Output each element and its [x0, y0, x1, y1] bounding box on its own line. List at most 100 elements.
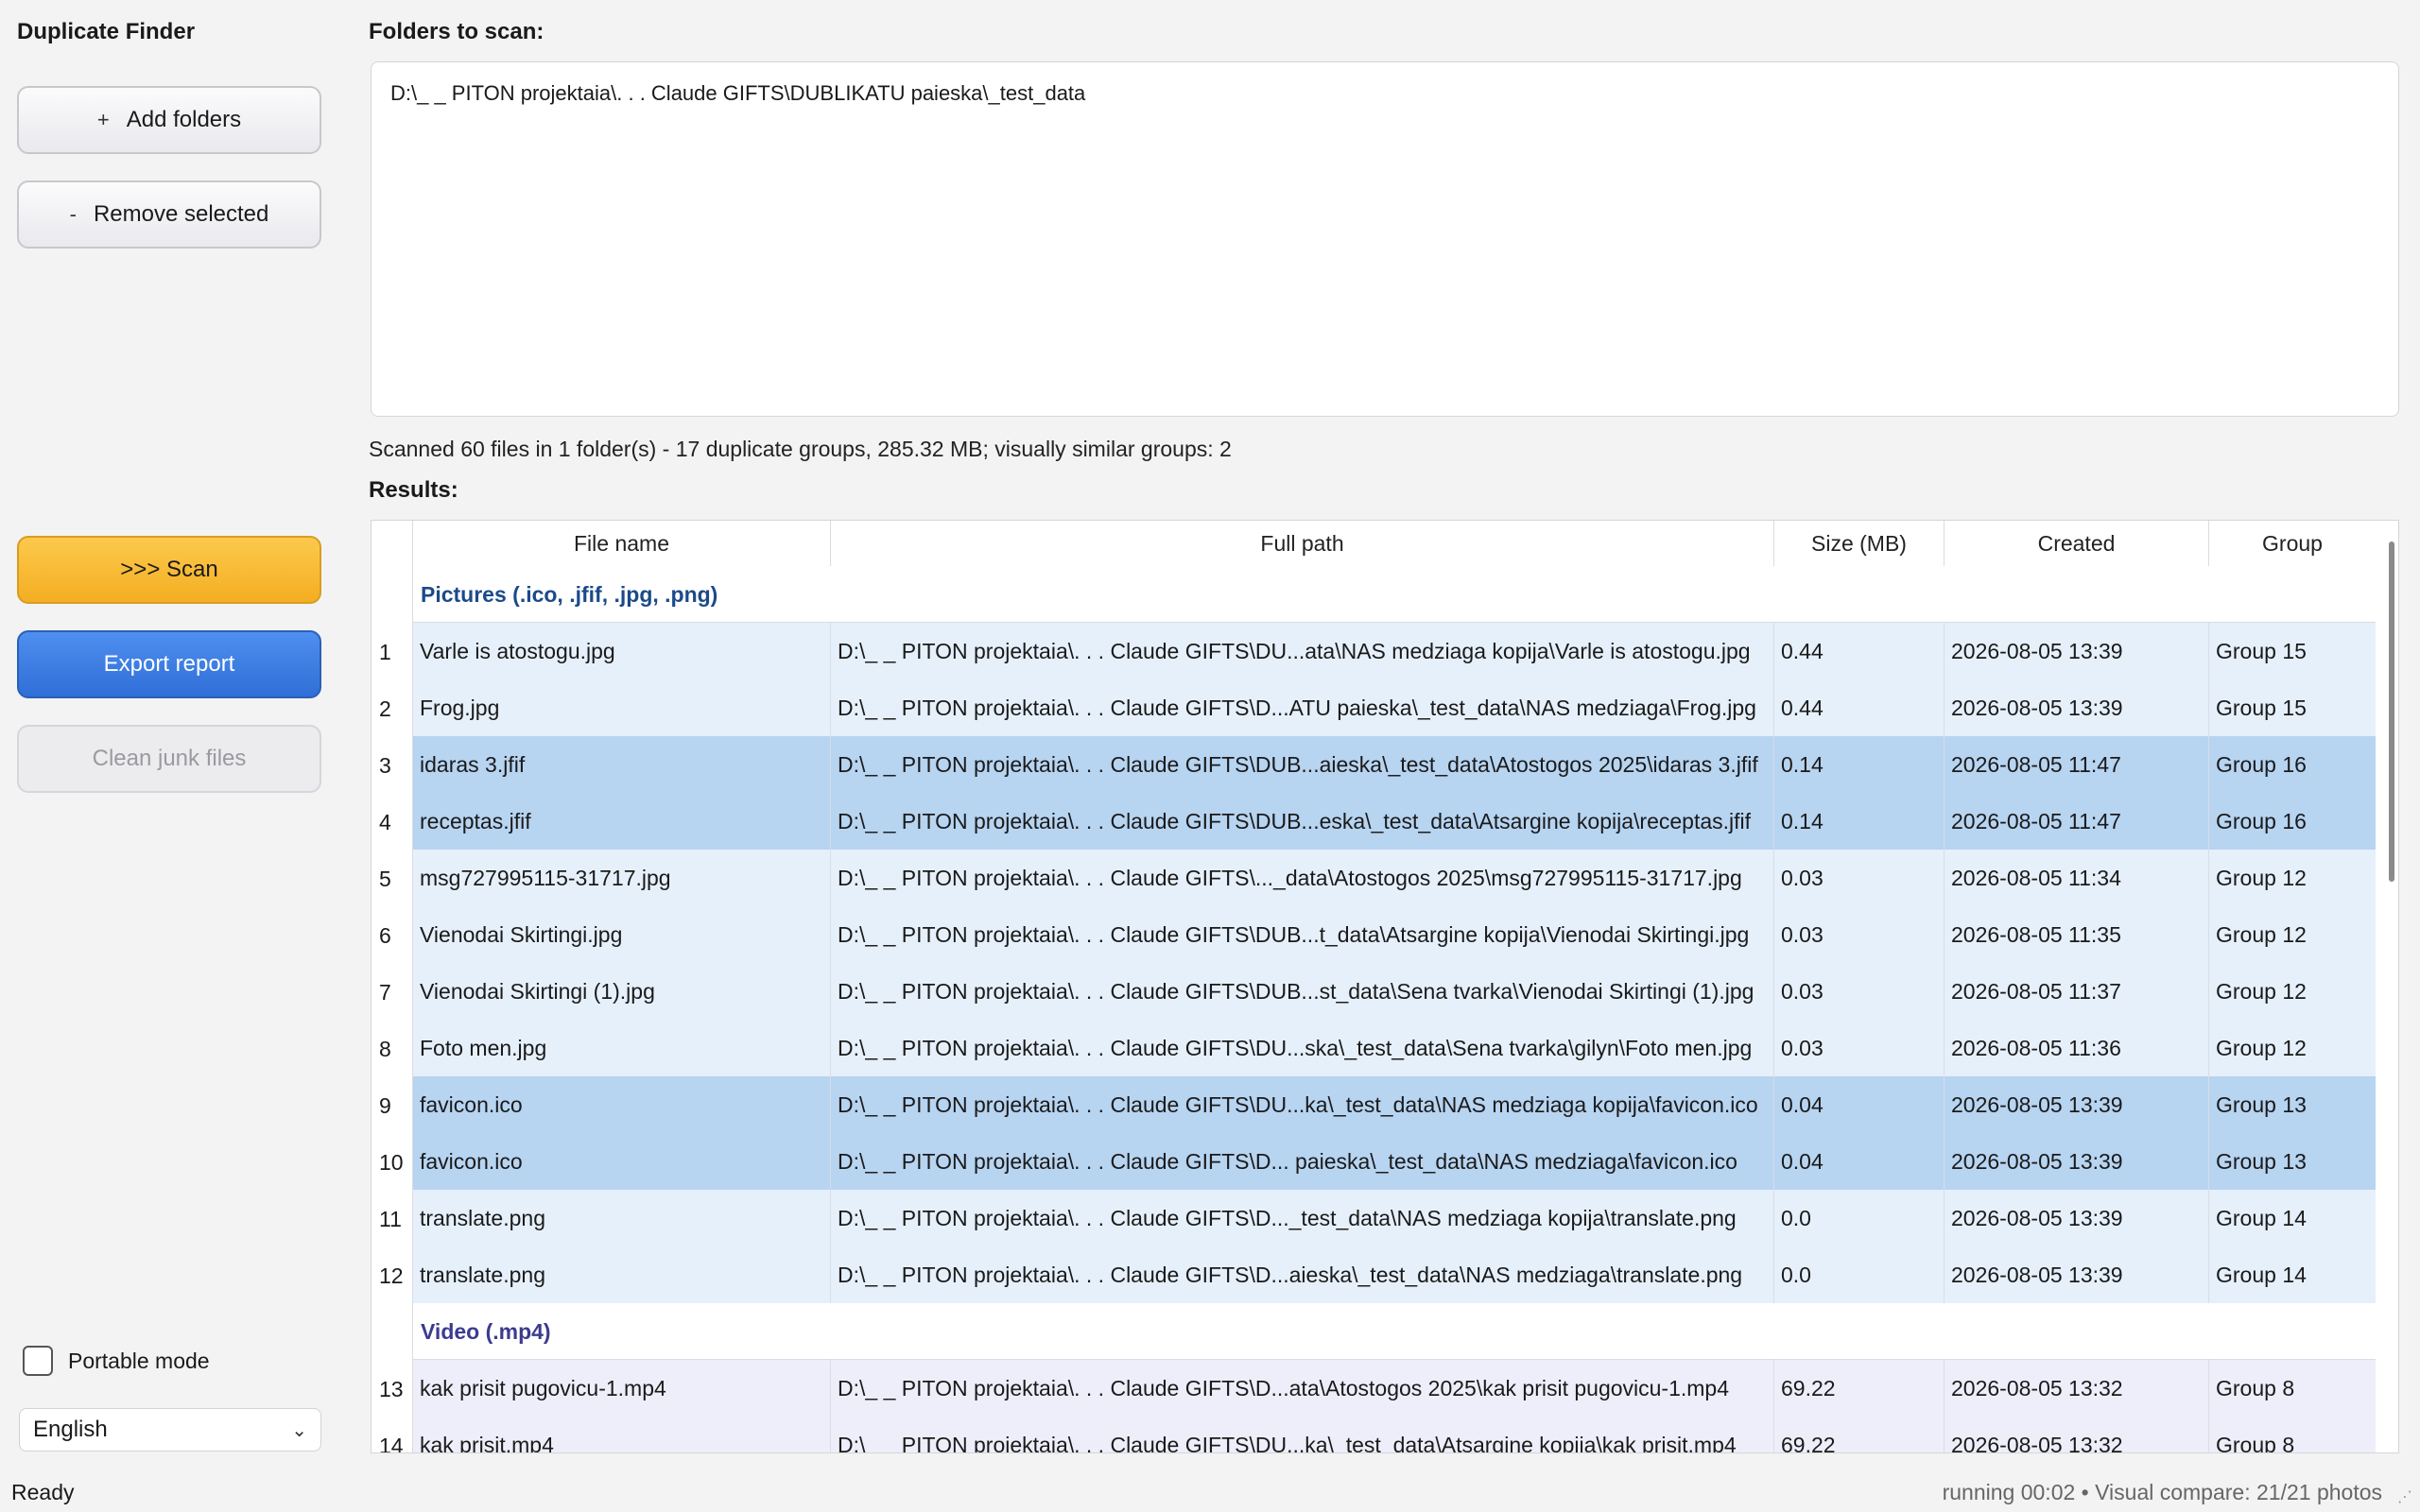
file-name-cell: idaras 3.jfif — [413, 736, 831, 793]
category-label: Video (.mp4) — [421, 1319, 551, 1344]
table-row[interactable]: 13 kak prisit pugovicu-1.mp4 D:\_ _ PITO… — [372, 1360, 2376, 1417]
file-name-cell: Varle is atostogu.jpg — [413, 623, 831, 679]
language-select[interactable]: English ⌄ — [19, 1408, 321, 1452]
created-cell: 2026-08-05 11:35 — [1945, 906, 2209, 963]
table-row[interactable]: 8 Foto men.jpg D:\_ _ PITON projektaia\.… — [372, 1020, 2376, 1076]
row-number: 2 — [372, 679, 413, 736]
file-name-cell: favicon.ico — [413, 1133, 831, 1190]
status-progress: running 00:02 • Visual compare: 21/21 ph… — [1942, 1480, 2382, 1504]
column-header-file-name[interactable]: File name — [413, 521, 831, 566]
created-cell: 2026-08-05 13:39 — [1945, 1076, 2209, 1133]
full-path-cell: D:\_ _ PITON projektaia\. . . Claude GIF… — [831, 1360, 1774, 1417]
group-cell: Group 13 — [2209, 1076, 2376, 1133]
file-name-cell: Foto men.jpg — [413, 1020, 831, 1076]
size-cell: 0.04 — [1774, 1076, 1945, 1133]
category-row-pictures: Pictures (.ico, .jfif, .jpg, .png) — [372, 566, 2376, 623]
group-cell: Group 12 — [2209, 963, 2376, 1020]
language-value: English — [33, 1417, 108, 1442]
add-folders-button[interactable]: + Add folders — [17, 86, 321, 154]
results-label: Results: — [369, 477, 458, 503]
table-row[interactable]: 4 receptas.jfif D:\_ _ PITON projektaia\… — [372, 793, 2376, 850]
file-name-cell: Frog.jpg — [413, 679, 831, 736]
created-cell: 2026-08-05 11:47 — [1945, 736, 2209, 793]
file-name-cell: Vienodai Skirtingi (1).jpg — [413, 963, 831, 1020]
row-number: 11 — [372, 1190, 413, 1246]
column-header-full-path[interactable]: Full path — [831, 521, 1774, 566]
portable-mode-label: Portable mode — [68, 1348, 210, 1373]
table-row[interactable]: 5 msg727995115-31717.jpg D:\_ _ PITON pr… — [372, 850, 2376, 906]
full-path-cell: D:\_ _ PITON projektaia\. . . Claude GIF… — [831, 850, 1774, 906]
clean-junk-files-button[interactable]: Clean junk files — [17, 725, 321, 793]
full-path-cell: D:\_ _ PITON projektaia\. . . Claude GIF… — [831, 1190, 1774, 1246]
full-path-cell: D:\_ _ PITON projektaia\. . . Claude GIF… — [831, 679, 1774, 736]
table-row[interactable]: 12 translate.png D:\_ _ PITON projektaia… — [372, 1246, 2376, 1303]
group-cell: Group 15 — [2209, 623, 2376, 679]
table-row[interactable]: 9 favicon.ico D:\_ _ PITON projektaia\. … — [372, 1076, 2376, 1133]
row-number: 6 — [372, 906, 413, 963]
row-number: 7 — [372, 963, 413, 1020]
row-number: 14 — [372, 1417, 413, 1452]
folders-list[interactable]: D:\_ _ PITON projektaia\. . . Claude GIF… — [371, 61, 2399, 417]
chevron-down-icon: ⌄ — [291, 1419, 307, 1441]
remove-selected-label: Remove selected — [93, 201, 269, 227]
size-cell: 0.0 — [1774, 1246, 1945, 1303]
table-row[interactable]: 2 Frog.jpg D:\_ _ PITON projektaia\. . .… — [372, 679, 2376, 736]
size-cell: 69.22 — [1774, 1417, 1945, 1452]
resize-grip-icon[interactable]: ⋰ — [2397, 1487, 2412, 1506]
status-bar: Ready running 00:02 • Visual compare: 21… — [0, 1474, 2420, 1512]
group-cell: Group 8 — [2209, 1360, 2376, 1417]
full-path-cell: D:\_ _ PITON projektaia\. . . Claude GIF… — [831, 1133, 1774, 1190]
group-cell: Group 14 — [2209, 1190, 2376, 1246]
table-row[interactable]: 14 kak prisit.mp4 D:\_ _ PITON projektai… — [372, 1417, 2376, 1452]
created-cell: 2026-08-05 13:39 — [1945, 623, 2209, 679]
results-table[interactable]: File name Full path Size (MB) Created Gr… — [371, 520, 2399, 1453]
table-row[interactable]: 10 favicon.ico D:\_ _ PITON projektaia\.… — [372, 1133, 2376, 1190]
table-row[interactable]: 1 Varle is atostogu.jpg D:\_ _ PITON pro… — [372, 623, 2376, 679]
file-name-cell: translate.png — [413, 1190, 831, 1246]
scan-label: >>> Scan — [120, 557, 218, 582]
status-text: Ready — [11, 1480, 75, 1504]
row-number-cell — [372, 566, 413, 623]
table-row[interactable]: 3 idaras 3.jfif D:\_ _ PITON projektaia\… — [372, 736, 2376, 793]
row-number: 3 — [372, 736, 413, 793]
full-path-cell: D:\_ _ PITON projektaia\. . . Claude GIF… — [831, 736, 1774, 793]
export-report-button[interactable]: Export report — [17, 630, 321, 698]
group-cell: Group 12 — [2209, 1020, 2376, 1076]
created-cell: 2026-08-05 13:39 — [1945, 1246, 2209, 1303]
category-label: Pictures (.ico, .jfif, .jpg, .png) — [421, 582, 718, 607]
group-cell: Group 15 — [2209, 679, 2376, 736]
group-cell: Group 16 — [2209, 793, 2376, 850]
full-path-cell: D:\_ _ PITON projektaia\. . . Claude GIF… — [831, 1246, 1774, 1303]
created-cell: 2026-08-05 13:39 — [1945, 1133, 2209, 1190]
table-row[interactable]: 7 Vienodai Skirtingi (1).jpg D:\_ _ PITO… — [372, 963, 2376, 1020]
column-header-created[interactable]: Created — [1945, 521, 2209, 566]
app-title: Duplicate Finder — [17, 19, 196, 44]
row-number: 1 — [372, 623, 413, 679]
created-cell: 2026-08-05 13:32 — [1945, 1417, 2209, 1452]
created-cell: 2026-08-05 11:47 — [1945, 793, 2209, 850]
category-row-video: Video (.mp4) — [372, 1303, 2376, 1360]
group-cell: Group 12 — [2209, 906, 2376, 963]
scan-button[interactable]: >>> Scan — [17, 536, 321, 604]
portable-mode-toggle[interactable]: Portable mode — [23, 1346, 210, 1376]
portable-mode-checkbox[interactable] — [23, 1346, 53, 1376]
full-path-cell: D:\_ _ PITON projektaia\. . . Claude GIF… — [831, 1076, 1774, 1133]
full-path-cell: D:\_ _ PITON projektaia\. . . Claude GIF… — [831, 793, 1774, 850]
created-cell: 2026-08-05 11:34 — [1945, 850, 2209, 906]
remove-selected-button[interactable]: - Remove selected — [17, 180, 321, 249]
created-cell: 2026-08-05 11:37 — [1945, 963, 2209, 1020]
row-number: 12 — [372, 1246, 413, 1303]
file-name-cell: receptas.jfif — [413, 793, 831, 850]
vertical-scrollbar[interactable] — [2389, 541, 2394, 882]
column-header-size[interactable]: Size (MB) — [1774, 521, 1945, 566]
table-row[interactable]: 11 translate.png D:\_ _ PITON projektaia… — [372, 1190, 2376, 1246]
column-header-group[interactable]: Group — [2209, 521, 2376, 566]
size-cell: 0.03 — [1774, 963, 1945, 1020]
full-path-cell: D:\_ _ PITON projektaia\. . . Claude GIF… — [831, 1020, 1774, 1076]
table-row[interactable]: 6 Vienodai Skirtingi.jpg D:\_ _ PITON pr… — [372, 906, 2376, 963]
created-cell: 2026-08-05 11:36 — [1945, 1020, 2209, 1076]
row-number-header — [372, 521, 413, 566]
table-header: File name Full path Size (MB) Created Gr… — [372, 521, 2376, 567]
folder-entry[interactable]: D:\_ _ PITON projektaia\. . . Claude GIF… — [390, 81, 1085, 106]
full-path-cell: D:\_ _ PITON projektaia\. . . Claude GIF… — [831, 906, 1774, 963]
